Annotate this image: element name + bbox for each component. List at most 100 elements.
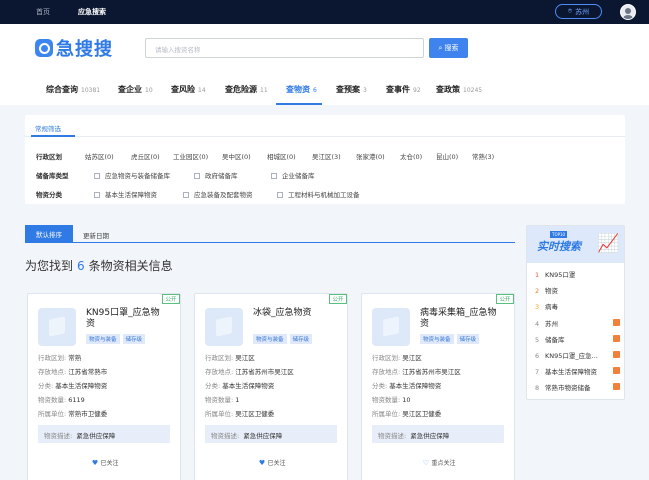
location-selector[interactable]: ⌾ 苏州 [555,4,602,19]
category-filter-label: 物资分类 [36,191,62,199]
hot-search-item[interactable]: 8 常熟市物资储备 [535,382,591,392]
hot-search-item[interactable]: 7 基本生活保障物资 [535,366,597,376]
region-filter-label: 行政区划 [36,153,62,161]
result-summary: 为您找到 6 条物资相关信息 [25,259,173,273]
checkbox[interactable] [94,173,100,179]
supply-description: 物资描述: 紧急供应保障 [38,425,170,443]
tab-policy[interactable]: 查政策 10245 [436,84,482,95]
info-location: 存放地点: 江苏省常熟市 [38,368,108,376]
hot-icon [613,351,620,358]
region-option[interactable]: 张家港(0) [356,151,385,161]
header: 急搜搜 请输入搜资名称 ⌕ 搜索 综合查询 10381 查企业 10 查风险 14 查… [0,24,649,105]
public-badge: 公开 [496,294,514,304]
store-option[interactable]: 应急物资与装备储备库 [94,170,170,180]
category-tabs: 综合查询 10381 查企业 10 查风险 14 查危险源 11 查物资 6 查预案 3 查… [0,79,649,105]
info-region: 行政区划: 吴江区 [205,354,255,362]
hot-icon [613,335,620,342]
hot-search-item[interactable]: 1 KN95口罩 [535,269,575,279]
hot-search-item[interactable]: 3 病毒 [535,301,558,311]
info-region: 行政区划: 吴江区 [372,354,422,362]
search-button[interactable]: ⌕ 搜索 [429,38,468,58]
search-input[interactable]: 请输入搜资名称 [145,38,424,58]
store-filter-label: 储备库类型 [36,172,69,180]
location-label: 苏州 [575,7,590,16]
follow-button[interactable]: ♥ 已关注 [28,458,182,468]
store-option[interactable]: 企业储备库 [271,170,315,180]
realtime-search-panel: TOP10 实时搜索 📈 1 KN95口罩 2 物资 3 病毒 4 苏州 5 储备库 6K… [526,225,625,400]
supply-name[interactable]: 冰袋_应急物资 [253,308,333,319]
search-icon: ⌕ [438,43,443,52]
supply-card[interactable]: 公开 KN95口罩_应急物资 物资与装备 储存级 行政区划: 常熟 存放地点: 江苏省… [27,293,181,480]
info-quantity: 物资数量: 10 [372,396,411,404]
region-option[interactable]: 虎丘区(0) [131,151,160,161]
sort-bar: 默认排序 更新日期 [25,225,515,243]
supply-name[interactable]: 病毒采集箱_应急物资 [420,308,500,330]
tab-plan[interactable]: 查预案 3 [336,84,367,95]
info-unit: 所属单位: 吴江区卫健委 [205,410,275,418]
region-option[interactable]: 吴江区(3) [312,151,341,161]
hot-icon [613,319,620,326]
hot-search-item[interactable]: 4 苏州 [535,318,558,328]
checkbox[interactable] [277,192,283,198]
nav-home[interactable]: 首页 [36,7,50,17]
location-pin-icon: ⌾ [567,7,573,15]
category-option[interactable]: 基本生活保障物资 [94,189,157,199]
supply-tags: 物资与装备 储存级 [420,334,482,344]
supply-tags: 物资与装备 储存级 [86,334,148,344]
sort-default-button[interactable]: 默认排序 [25,225,73,243]
tab-event[interactable]: 查事件 92 [386,84,421,95]
tab-company[interactable]: 查企业 10 [118,84,153,95]
info-quantity: 物资数量: 1 [205,396,240,404]
region-option[interactable]: 常熟(3) [472,151,494,161]
checkbox[interactable] [94,192,100,198]
supply-name[interactable]: KN95口罩_应急物资 [86,308,166,330]
hot-icon [613,383,620,390]
box-icon [205,308,243,346]
region-option[interactable]: 昆山(0) [436,151,458,161]
region-option[interactable]: 相城区(0) [267,151,296,161]
hot-search-item[interactable]: 6 KN95口罩_应急... [535,350,598,360]
supply-card[interactable]: 公开 冰袋_应急物资 物资与装备 储存级 行政区划: 吴江区 存放地点: 江苏省苏州市… [194,293,348,480]
supply-card[interactable]: 公开 病毒采集箱_应急物资 物资与装备 储存级 行政区划: 吴江区 存放地点: 江苏省… [361,293,515,480]
info-unit: 所属单位: 常熟市卫健委 [38,410,108,418]
info-category: 分类: 基本生活保障物资 [38,382,108,390]
trend-chart-icon: 📈 [597,233,620,254]
supply-description: 物资描述: 紧急供应保障 [205,425,337,443]
nav-emergency-search[interactable]: 应急搜索 [78,7,106,17]
info-quantity: 物资数量: 6119 [38,396,85,404]
filter-header: 常规筛选 [25,115,625,137]
region-option[interactable]: 吴中区(0) [222,151,251,161]
follow-button[interactable]: ♥ 已关注 [195,458,349,468]
checkbox[interactable] [194,173,200,179]
supply-description: 物资描述: 紧急供应保障 [372,425,504,443]
tab-hazard[interactable]: 查危险源 11 [225,84,268,95]
hot-search-item[interactable]: 5 储备库 [535,334,565,344]
checkbox[interactable] [183,192,189,198]
filter-title[interactable]: 常规筛选 [35,123,61,133]
tab-overall[interactable]: 综合查询 10381 [46,84,100,95]
avatar[interactable] [620,4,636,20]
logo[interactable]: 急搜搜 [35,38,113,60]
logo-text: 急搜搜 [56,39,113,60]
result-count: 6 [77,259,85,273]
region-option[interactable]: 太仓(0) [400,151,422,161]
sort-updated-button[interactable]: 更新日期 [83,230,109,240]
tab-risk[interactable]: 查风险 14 [171,84,206,95]
info-region: 行政区划: 常熟 [38,354,82,362]
category-option[interactable]: 工程材料与机械加工设备 [277,189,360,199]
category-option[interactable]: 应急装备及配套物资 [183,189,253,199]
search-button-label: 搜索 [444,44,459,52]
hot-search-item[interactable]: 2 物资 [535,285,558,295]
checkbox[interactable] [271,173,277,179]
region-option[interactable]: 姑苏区(0) [85,151,114,161]
heart-outline-icon: ♡ [422,459,430,467]
tab-supplies[interactable]: 查物资 6 [286,84,317,95]
realtime-search-banner: TOP10 实时搜索 📈 [527,226,624,263]
filter-panel: 常规筛选 行政区划 姑苏区(0) 虎丘区(0) 工业园区(0) 吴中区(0) 相… [25,115,625,204]
top10-badge: TOP10 [550,231,568,238]
box-icon [372,308,410,346]
heart-icon: ♥ [258,459,266,467]
store-option[interactable]: 政府储备库 [194,170,238,180]
follow-button[interactable]: ♡ 重点关注 [362,458,516,468]
region-option[interactable]: 工业园区(0) [173,151,208,161]
